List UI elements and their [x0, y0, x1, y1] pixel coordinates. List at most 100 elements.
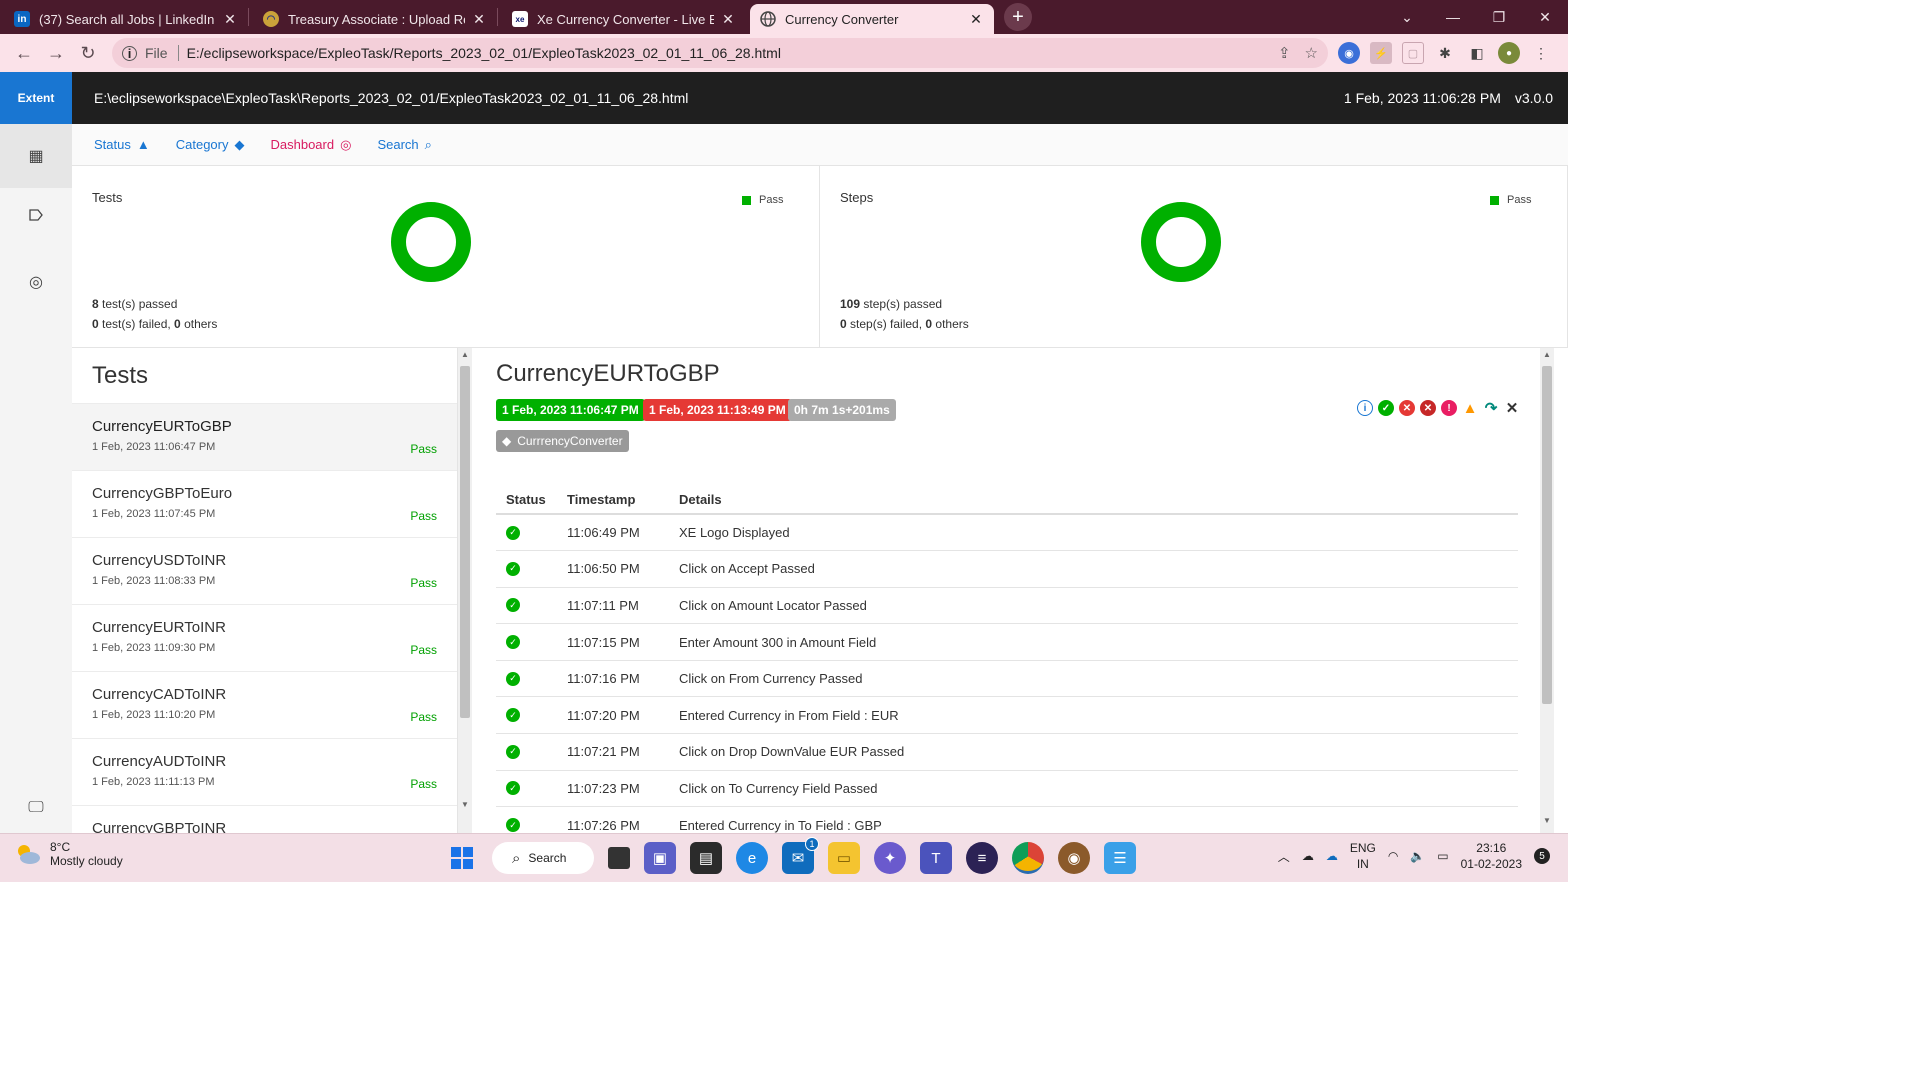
onedrive-icon[interactable]: ☁: [1326, 849, 1338, 863]
error-icon[interactable]: !: [1441, 400, 1457, 416]
edge-icon[interactable]: e: [736, 842, 768, 874]
rail-item-tags[interactable]: [0, 185, 72, 249]
pdf-extension-icon[interactable]: ⚡: [1370, 42, 1392, 64]
sidebar-icon[interactable]: ◧: [1466, 42, 1488, 64]
list-item[interactable]: CurrencyGBPToEuro 1 Feb, 2023 11:07:45 P…: [72, 470, 457, 537]
tag-icon: ◆: [234, 136, 245, 152]
passed-text: step(s) passed: [860, 297, 943, 311]
windows-start-icon[interactable]: [446, 842, 478, 874]
photos-icon[interactable]: ▤: [690, 842, 722, 874]
star-icon[interactable]: ☆: [1305, 44, 1318, 62]
scroll-up-arrow[interactable]: ▲: [461, 350, 469, 359]
puzzle-icon[interactable]: ✱: [1434, 42, 1456, 64]
notification-badge[interactable]: 5: [1534, 848, 1550, 864]
wifi-icon[interactable]: ◠: [1388, 849, 1398, 863]
nav-category[interactable]: Category ◆: [176, 137, 245, 153]
extension-icon[interactable]: ▢: [1402, 42, 1424, 64]
scrollbar-thumb[interactable]: [460, 366, 470, 718]
report-header: Extent E:\eclipseworkspace\ExpleoTask\Re…: [0, 72, 1568, 124]
detail-scrollbar[interactable]: ▲ ▼: [1540, 348, 1554, 833]
eclipse-icon[interactable]: ≡: [966, 842, 998, 874]
close-icon[interactable]: ✕: [968, 11, 984, 28]
url-input[interactable]: i File E:/eclipseworkspace/ExpleoTask/Re…: [112, 38, 1328, 68]
volume-icon[interactable]: 🔈: [1410, 849, 1425, 863]
rail-item-dashboard[interactable]: ▦: [0, 124, 72, 188]
pass-icon[interactable]: ✓: [1378, 400, 1394, 416]
avatar[interactable]: ●: [1498, 42, 1520, 64]
minimize-button[interactable]: —: [1430, 0, 1476, 34]
target-icon: ◎: [29, 274, 43, 291]
chevron-up-icon[interactable]: ︿: [1278, 848, 1290, 865]
region-code: IN: [1356, 857, 1369, 871]
failed-count: 0: [92, 317, 99, 331]
scroll-down-arrow[interactable]: ▼: [461, 800, 469, 809]
scroll-down-arrow[interactable]: ▼: [1543, 816, 1551, 825]
language-indicator[interactable]: ENG IN: [1350, 840, 1376, 872]
detail-title: CurrencyEURToGBP: [496, 360, 720, 387]
taskbar-search[interactable]: ⌕ Search: [492, 842, 594, 874]
forward-button[interactable]: →: [40, 37, 72, 69]
scrollbar-thumb[interactable]: [1542, 366, 1552, 704]
close-icon[interactable]: ✕: [720, 11, 736, 28]
tab-treasury[interactable]: ◠ Treasury Associate : Upload Resu ✕: [253, 4, 497, 34]
cloud-icon[interactable]: ☁: [1302, 849, 1314, 863]
close-icon[interactable]: ✕: [222, 11, 238, 28]
new-tab-button[interactable]: +: [1004, 3, 1032, 31]
nav-status[interactable]: Status ▲: [94, 137, 150, 152]
window-controls: ⌄ — ❐ ✕: [1384, 0, 1568, 34]
clear-filter-icon[interactable]: ✕: [1504, 400, 1520, 417]
tab-currency-converter[interactable]: Currency Converter ✕: [750, 4, 994, 34]
share-icon[interactable]: ⇪: [1278, 44, 1291, 62]
rail-item-environment[interactable]: 🖵: [0, 776, 72, 840]
task-view-icon[interactable]: [608, 847, 630, 869]
row-timestamp: 11:07:11 PM: [557, 587, 669, 625]
info-icon[interactable]: i: [1357, 400, 1373, 416]
back-button[interactable]: ←: [8, 37, 40, 69]
app-icon[interactable]: ◉: [1058, 842, 1090, 874]
weather-widget[interactable]: 8°C Mostly cloudy: [14, 840, 123, 868]
chevron-down-icon[interactable]: ⌄: [1384, 0, 1430, 34]
teams-icon[interactable]: T: [920, 842, 952, 874]
restore-button[interactable]: ❐: [1476, 0, 1522, 34]
brand-logo[interactable]: Extent: [0, 72, 72, 124]
list-item[interactable]: CurrencyEURToGBP 1 Feb, 2023 11:06:47 PM…: [72, 403, 457, 470]
nav-dashboard[interactable]: Dashboard ◎: [270, 137, 351, 153]
menu-icon[interactable]: ⋮: [1530, 42, 1552, 64]
url-text[interactable]: E:/eclipseworkspace/ExpleoTask/Reports_2…: [187, 45, 1264, 61]
skip-icon[interactable]: ↷: [1483, 400, 1499, 417]
close-icon[interactable]: ✕: [471, 11, 487, 28]
nav-search[interactable]: Search ⌕: [377, 137, 431, 153]
test-list-scrollbar[interactable]: ▲ ▼: [458, 348, 472, 833]
file-explorer-icon[interactable]: ▭: [828, 842, 860, 874]
tag-icon: ◆: [502, 434, 512, 448]
mail-icon[interactable]: ✉ 1: [782, 837, 819, 874]
list-item[interactable]: CurrencyEURToINR 1 Feb, 2023 11:09:30 PM…: [72, 604, 457, 671]
monitor-icon: 🖵: [28, 799, 44, 816]
clock[interactable]: 23:16 01-02-2023: [1461, 840, 1522, 872]
list-item[interactable]: CurrencyCADToINR 1 Feb, 2023 11:10:20 PM…: [72, 671, 457, 738]
list-item[interactable]: CurrencyGBPToINR: [72, 805, 457, 833]
tab-xe[interactable]: xe Xe Currency Converter - Live Exch ✕: [502, 4, 746, 34]
pass-icon: ✓: [506, 818, 520, 833]
rail-item-exceptions[interactable]: ◎: [0, 250, 72, 314]
category-tag[interactable]: ◆ CurrrencyConverter: [496, 430, 629, 452]
fatal-icon[interactable]: ✕: [1420, 400, 1436, 416]
shield-extension-icon[interactable]: ◉: [1338, 42, 1360, 64]
reload-button[interactable]: ↻: [72, 37, 104, 69]
fail-icon[interactable]: ✕: [1399, 400, 1415, 416]
close-window-button[interactable]: ✕: [1522, 0, 1568, 34]
chrome-icon[interactable]: [1012, 842, 1044, 874]
warning-icon[interactable]: ▲: [1462, 400, 1478, 417]
list-item[interactable]: CurrencyUSDToINR 1 Feb, 2023 11:08:33 PM…: [72, 537, 457, 604]
teams-chat-icon[interactable]: ▣: [644, 842, 676, 874]
info-icon[interactable]: i: [122, 45, 137, 61]
notepad-icon[interactable]: ☰: [1104, 842, 1136, 874]
divider: [177, 45, 179, 61]
tab-linkedin[interactable]: in (37) Search all Jobs | LinkedIn ✕: [4, 4, 248, 34]
scroll-up-arrow[interactable]: ▲: [1543, 350, 1551, 359]
linkedin-icon: in: [14, 11, 30, 27]
row-timestamp: 11:07:20 PM: [557, 696, 669, 735]
copilot-icon[interactable]: ✦: [874, 842, 906, 874]
list-item[interactable]: CurrencyAUDToINR 1 Feb, 2023 11:11:13 PM…: [72, 738, 457, 805]
battery-icon[interactable]: ▭: [1437, 849, 1448, 863]
